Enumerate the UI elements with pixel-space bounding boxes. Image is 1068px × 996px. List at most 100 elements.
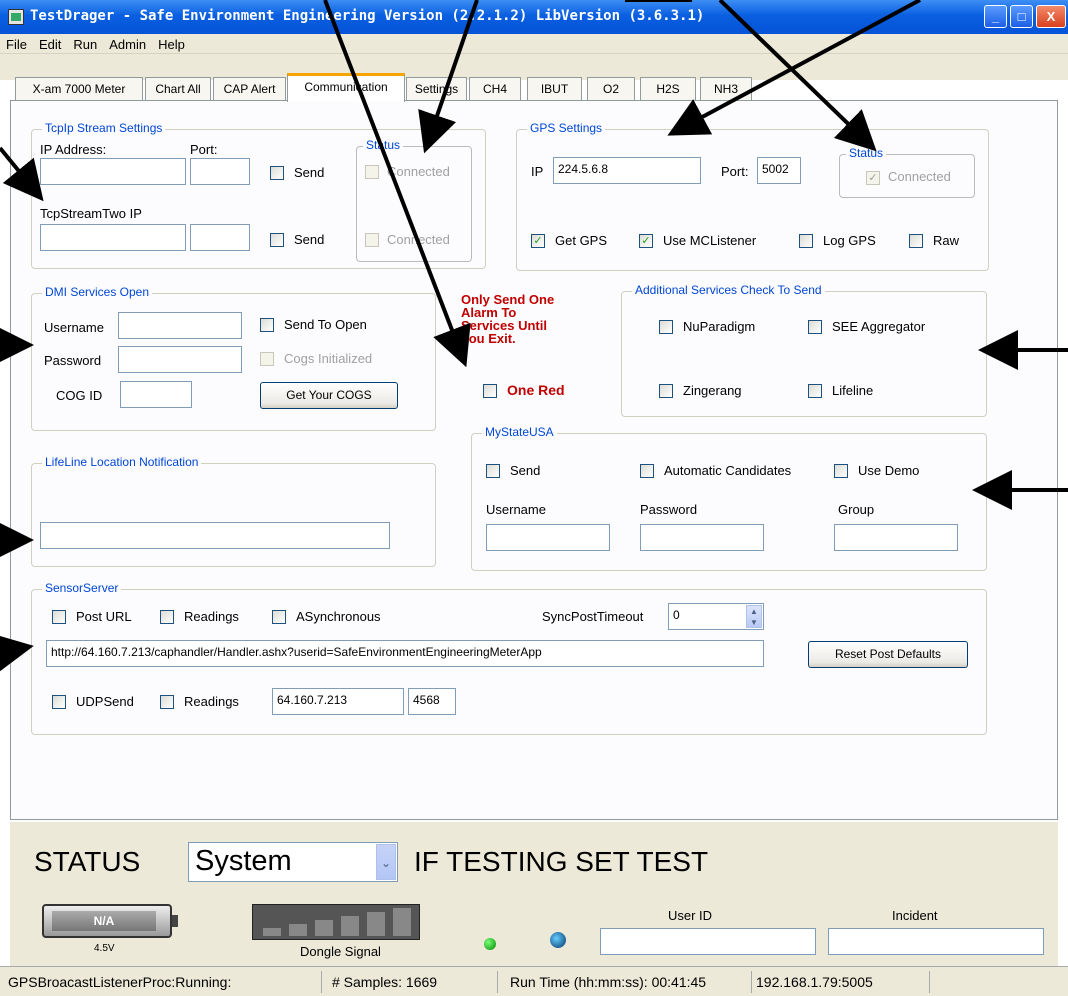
system-select[interactable]: System ⌄ (188, 842, 398, 882)
menu-file[interactable]: File (0, 34, 33, 52)
tab-xam-7000-meter[interactable]: X-am 7000 Meter (15, 77, 143, 101)
udp-port-input[interactable]: 4568 (408, 688, 456, 715)
user-id-input[interactable] (600, 928, 816, 955)
use-mclistener-label: Use MCListener (663, 233, 757, 248)
ip-address-label: IP Address: (40, 142, 107, 157)
tcpip-legend: TcpIp Stream Settings (42, 121, 166, 135)
nuparadigm-checkbox[interactable] (659, 320, 673, 334)
one-red-label: One Red (507, 382, 565, 398)
tcpip-port-input[interactable] (190, 158, 250, 185)
log-gps-checkbox[interactable] (799, 234, 813, 248)
dmi-legend: DMI Services Open (42, 285, 153, 299)
tcpip2-port-input[interactable] (190, 224, 250, 251)
tab-nh3[interactable]: NH3 (700, 77, 752, 101)
mystate-password-input[interactable] (640, 524, 764, 551)
dmi-password-input[interactable] (118, 346, 242, 373)
tab-communication[interactable]: Communication (287, 73, 405, 102)
cog-id-label: COG ID (56, 388, 103, 403)
dmi-username-input[interactable] (118, 312, 242, 339)
minimize-button[interactable]: _ (984, 5, 1007, 28)
lifeline-checkbox[interactable] (808, 384, 822, 398)
raw-checkbox[interactable] (909, 234, 923, 248)
tab-strip: X-am 7000 Meter Chart All CAP Alert Comm… (0, 54, 1068, 102)
tab-cap-alert[interactable]: CAP Alert (213, 77, 286, 101)
user-id-label: User ID (668, 908, 713, 923)
udp-ip-input[interactable]: 64.160.7.213 (272, 688, 404, 715)
status-message: IF TESTING SET TEST (414, 846, 709, 877)
automatic-candidates-checkbox[interactable] (640, 464, 654, 478)
tab-settings[interactable]: Settings (406, 77, 467, 101)
use-mclistener-checkbox[interactable]: ✓ (639, 234, 653, 248)
use-demo-checkbox[interactable] (834, 464, 848, 478)
dongle-signal-icon (252, 904, 420, 940)
mystate-send-label: Send (510, 463, 541, 478)
reset-post-defaults-button[interactable]: Reset Post Defaults (808, 641, 968, 668)
tab-h2s[interactable]: H2S (640, 77, 696, 101)
tab-ibut[interactable]: IBUT (527, 77, 582, 101)
dmi-username-label: Username (44, 320, 104, 335)
sync-post-timeout-label: SyncPostTimeout (542, 609, 644, 624)
menu-admin[interactable]: Admin (103, 34, 152, 52)
sensor-server-group: SensorServer Post URL Readings ASynchron… (31, 581, 987, 735)
see-aggregator-checkbox[interactable] (808, 320, 822, 334)
mystate-password-label: Password (640, 502, 698, 517)
readings-checkbox[interactable] (160, 610, 174, 624)
menu-edit[interactable]: Edit (33, 34, 67, 52)
tab-o2[interactable]: O2 (587, 77, 635, 101)
warning-line: You Exit. (461, 331, 516, 346)
additional-legend: Additional Services Check To Send (632, 283, 825, 297)
tcpip-ip-input[interactable] (40, 158, 186, 185)
tcpip-send-checkbox[interactable] (270, 166, 284, 180)
system-select-value: System (195, 845, 292, 877)
udp-readings-checkbox[interactable] (160, 695, 174, 709)
close-button[interactable]: X (1036, 5, 1066, 28)
cog-id-input[interactable] (120, 381, 192, 408)
gps-port-input[interactable]: 5002 (757, 157, 801, 184)
globe-icon (550, 932, 566, 948)
tcpip2-ip-input[interactable] (40, 224, 186, 251)
udp-send-checkbox[interactable] (52, 695, 66, 709)
app-icon (8, 9, 24, 25)
cogs-initialized-label: Cogs Initialized (284, 351, 373, 366)
maximize-button[interactable]: □ (1010, 5, 1033, 28)
send-to-open-checkbox[interactable] (260, 318, 274, 332)
status-bar: GPSBroacastListenerProc:Running: # Sampl… (0, 966, 1068, 996)
tab-ch4[interactable]: CH4 (469, 77, 521, 101)
use-demo-label: Use Demo (858, 463, 920, 478)
tcpip2-send-checkbox[interactable] (270, 233, 284, 247)
gps-legend: GPS Settings (527, 121, 606, 135)
menu-help[interactable]: Help (152, 34, 191, 52)
post-url-input[interactable]: http://64.160.7.213/caphandler/Handler.a… (46, 640, 764, 667)
gps-ip-input[interactable]: 224.5.6.8 (553, 157, 701, 184)
zingerang-checkbox[interactable] (659, 384, 673, 398)
mystateusa-group: MyStateUSA Send Automatic Candidates Use… (471, 425, 987, 571)
asynchronous-checkbox[interactable] (272, 610, 286, 624)
one-red-checkbox[interactable] (483, 384, 497, 398)
get-gps-checkbox[interactable]: ✓ (531, 234, 545, 248)
mystate-legend: MyStateUSA (482, 425, 557, 439)
status-label: STATUS (34, 846, 141, 877)
tab-chart-all[interactable]: Chart All (145, 77, 211, 101)
tcpip-stream-group: TcpIp Stream Settings IP Address: Port: … (31, 121, 486, 269)
incident-label: Incident (892, 908, 938, 923)
mystate-username-input[interactable] (486, 524, 610, 551)
post-url-label: Post URL (76, 609, 132, 624)
chevron-down-icon[interactable]: ⌄ (376, 844, 396, 880)
see-aggregator-label: SEE Aggregator (832, 319, 926, 334)
timeout-spinner-arrows[interactable]: ▲ ▼ (746, 605, 762, 628)
udp-send-label: UDPSend (76, 694, 134, 709)
mystate-username-label: Username (486, 502, 546, 517)
mystate-send-checkbox[interactable] (486, 464, 500, 478)
get-your-cogs-button[interactable]: Get Your COGS (260, 382, 398, 409)
title-bar[interactable]: TestDrager - Safe Environment Engineerin… (0, 0, 1068, 34)
udp-readings-label: Readings (184, 694, 239, 709)
menu-run[interactable]: Run (67, 34, 103, 52)
log-gps-label: Log GPS (823, 233, 876, 248)
battery-icon: N/A (42, 904, 178, 938)
tcpstream-two-label: TcpStreamTwo IP (40, 206, 142, 221)
mystate-group-input[interactable] (834, 524, 958, 551)
menu-bar: File Edit Run Admin Help (0, 34, 1068, 54)
incident-input[interactable] (828, 928, 1044, 955)
lifeline-location-input[interactable] (40, 522, 390, 549)
post-url-checkbox[interactable] (52, 610, 66, 624)
